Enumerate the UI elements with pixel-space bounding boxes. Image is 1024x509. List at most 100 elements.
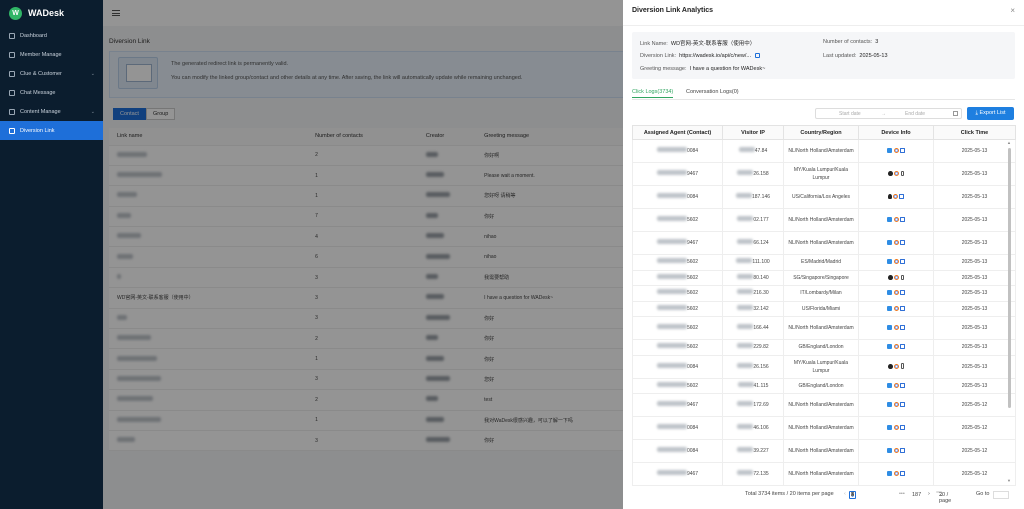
redacted-text: [737, 362, 754, 368]
log-row[interactable]: 5602 80.140 SG/Singapore/Singapore 2025-05-…: [632, 269, 1016, 286]
ip-suffix: 47.84: [754, 148, 768, 154]
log-row[interactable]: 9467 72.135 NL/North Holland/Amsterdam 2025…: [632, 462, 1016, 486]
time-cell: 2025-05-13: [933, 300, 1016, 317]
sidebar-item-chat-message[interactable]: Chat Message: [0, 83, 103, 102]
mobile-icon: [900, 170, 905, 177]
column-header: Visitor IP: [722, 125, 784, 140]
sidebar-item-label: Content Manage: [20, 108, 61, 115]
redacted-text: [656, 424, 687, 429]
region-cell: IT/Lombardy/Milan: [783, 285, 859, 302]
agent-cell: 0084: [632, 439, 723, 463]
date-range-picker[interactable]: Start date → End date: [815, 108, 962, 119]
start-date-input[interactable]: Start date: [839, 111, 861, 117]
scroll-up-icon[interactable]: ▲: [1007, 140, 1011, 145]
page-ellipsis[interactable]: •••: [899, 491, 905, 497]
prev-page-icon[interactable]: ‹: [844, 491, 846, 497]
log-row[interactable]: 5602 02.177 NL/North Holland/Amsterdam 2025…: [632, 208, 1016, 232]
page-5[interactable]: 5: [849, 491, 856, 499]
desktop-icon: [899, 471, 905, 477]
chrome-icon: [893, 382, 899, 388]
redacted-text: [656, 362, 687, 368]
log-row[interactable]: 9467 66.124 NL/North Holland/Amsterdam 2025…: [632, 231, 1016, 255]
agent-cell: 5602: [632, 254, 723, 271]
agent-suffix: 0084: [686, 448, 699, 454]
log-row[interactable]: 5602 229.82 GB/England/London 2025-05-13: [632, 339, 1016, 356]
diversion-link-row: Diversion Link: https://wadesk.io/api/c/…: [640, 53, 760, 59]
sidebar-item-member-manage[interactable]: Member Manage: [0, 45, 103, 64]
device-cell: [858, 462, 934, 486]
desktop-icon: [899, 448, 905, 454]
log-row[interactable]: 0084 46.106 NL/North Holland/Amsterdam 2025…: [632, 416, 1016, 440]
ip-suffix: 229.82: [753, 344, 769, 351]
sidebar-item-clue-customer[interactable]: Clue & Customer ⌄: [0, 64, 103, 83]
log-row[interactable]: 0084 26.156 MY/Kuala Lumpur/Kuala Lumpur 20…: [632, 354, 1016, 379]
sidebar-item-diversion-link[interactable]: Diversion Link: [0, 121, 103, 140]
agent-cell: 5602: [632, 208, 723, 232]
diversion-link-value[interactable]: https://wadesk.io/api/c/new/...: [679, 53, 751, 59]
tab-click-logs[interactable]: Click Logs(3734): [632, 89, 674, 98]
desktop-icon: [899, 194, 905, 200]
redacted-text: [738, 147, 755, 152]
log-row[interactable]: 0084 47.84 NL/North Holland/Amsterdam 2025-…: [632, 139, 1016, 163]
column-header: Click Time: [933, 125, 1016, 140]
pagination: Total 3734 items / 20 items per page ‹ 1…: [623, 491, 1024, 504]
chrome-icon: [893, 344, 899, 350]
log-row[interactable]: 5602 32.142 US/Florida/Miami 2025-05-13: [632, 300, 1016, 317]
windows-icon: [887, 290, 893, 296]
chevron-down-icon: ⌄: [939, 492, 944, 498]
end-date-input[interactable]: End date: [905, 111, 925, 117]
chrome-icon: [893, 471, 899, 477]
scroll-down-icon[interactable]: ▼: [1007, 478, 1011, 483]
chrome-icon: [893, 305, 899, 311]
log-row[interactable]: 5602 111.100 ES/Madrid/Madrid 2025-05-13: [632, 254, 1016, 271]
redacted-text: [737, 304, 754, 310]
redacted-text: [656, 147, 687, 152]
agent-cell: 0084: [632, 185, 723, 209]
redacted-text: [656, 239, 687, 244]
scroll-thumb[interactable]: [1008, 148, 1011, 408]
apple-icon: [887, 363, 893, 369]
ip-suffix: 39.227: [753, 448, 769, 454]
time-cell: 2025-05-13: [933, 231, 1016, 255]
chrome-icon: [893, 325, 899, 331]
log-row[interactable]: 9467 172.69 NL/North Holland/Amsterdam 2025…: [632, 393, 1016, 417]
windows-icon: [887, 382, 893, 388]
ip-suffix: 26.156: [753, 363, 769, 370]
region-cell: US/Florida/Miami: [783, 300, 859, 317]
log-row[interactable]: 5602 166.44 NL/North Holland/Amsterdam 2025…: [632, 316, 1016, 340]
log-row[interactable]: 0084 39.227 NL/North Holland/Amsterdam 2025…: [632, 439, 1016, 463]
export-label: Export List: [979, 110, 1006, 116]
log-row[interactable]: 5602 41.115 GB/England/London 2025-05-13: [632, 377, 1016, 394]
agent-suffix: 0084: [686, 194, 699, 200]
close-icon[interactable]: ×: [1010, 6, 1015, 15]
sidebar-item-content-manage[interactable]: Content Manage ⌄: [0, 102, 103, 121]
next-page-icon[interactable]: ›: [928, 491, 930, 497]
redacted-text: [737, 289, 754, 295]
agent-cell: 5602: [632, 339, 723, 356]
log-row[interactable]: 9467 26.158 MY/Kuala Lumpur/Kuala Lumpur 20…: [632, 162, 1016, 186]
wadesk-logo: W: [9, 6, 22, 20]
page-last[interactable]: 187: [912, 491, 921, 499]
redacted-text: [656, 470, 687, 475]
ip-suffix: 02.177: [753, 217, 769, 223]
page-size-select[interactable]: 20 / page ⌄: [936, 491, 951, 504]
sidebar-item-dashboard[interactable]: Dashboard: [0, 26, 103, 45]
region-cell: NL/North Holland/Amsterdam: [783, 416, 859, 440]
device-cell: [858, 231, 934, 255]
brand[interactable]: W WADesk: [0, 0, 103, 26]
redacted-text: [737, 273, 754, 279]
tab-conversation-logs[interactable]: Conversation Logs(0): [686, 89, 739, 95]
calendar-icon[interactable]: [953, 111, 958, 116]
time-cell: 2025-05-13: [933, 354, 1016, 379]
export-list-button[interactable]: ⤓ Export List: [967, 107, 1014, 120]
log-row[interactable]: 0084 187.146 US/California/Los Angeles 2025…: [632, 185, 1016, 209]
log-row[interactable]: 5602 216.30 IT/Lombardy/Milan 2025-05-13: [632, 285, 1016, 302]
copy-icon[interactable]: [754, 53, 760, 59]
time-cell: 2025-05-13: [933, 208, 1016, 232]
agent-cell: 9467: [632, 393, 723, 417]
sidebar-item-label: Member Manage: [20, 51, 62, 58]
ip-cell: 187.146: [722, 185, 784, 209]
table-scrollbar[interactable]: ▲ ▼: [1007, 140, 1011, 483]
divider: [623, 25, 1024, 26]
analytics-drawer: Diversion Link Analytics × Link Name: WD…: [623, 0, 1024, 509]
